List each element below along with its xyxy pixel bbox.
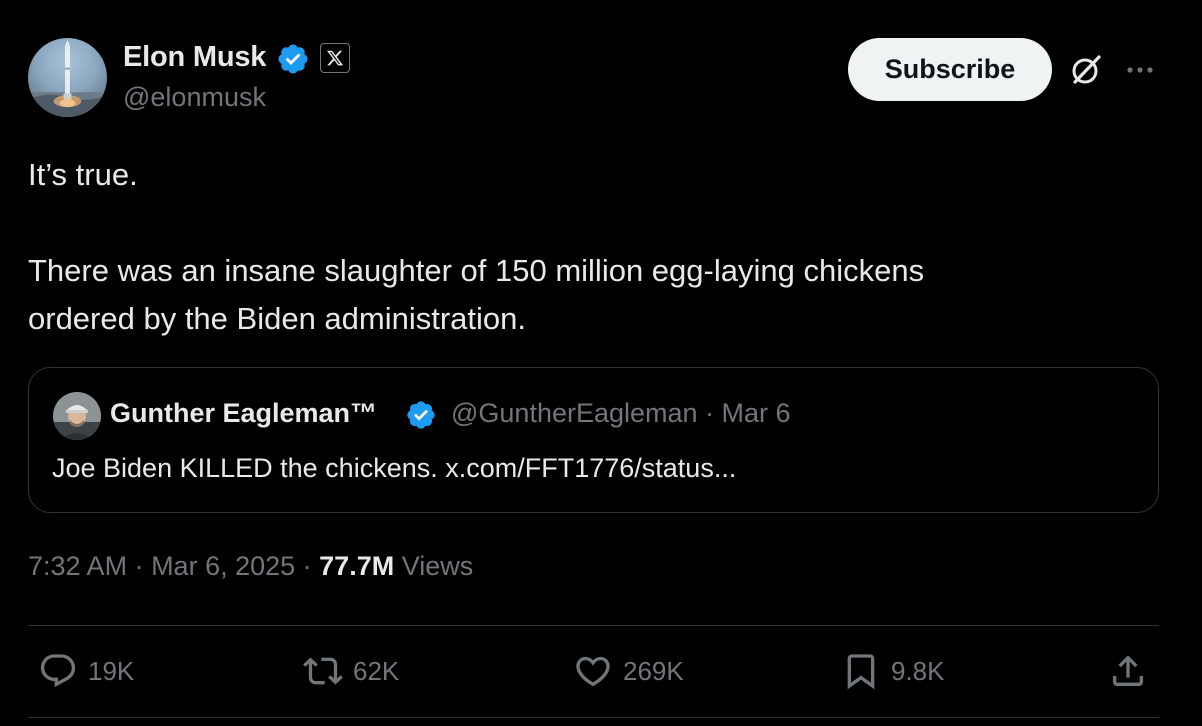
author-name[interactable]: Elon Musk: [123, 41, 266, 74]
tweet: Elon Musk @elonmusk Subscribe It’s true.…: [0, 0, 1202, 726]
bookmark-icon: [847, 654, 875, 690]
reply-count: 19K: [88, 655, 135, 686]
tweet-date[interactable]: Mar 6, 2025: [151, 551, 295, 581]
quote-author-avatar[interactable]: [53, 392, 101, 440]
reply-button[interactable]: 19K: [38, 648, 134, 694]
tweet-time[interactable]: 7:32 AM: [28, 551, 127, 581]
x-logo-icon[interactable]: [320, 43, 350, 73]
quoted-tweet[interactable]: Gunther Eagleman™ @GuntherEagleman · Mar…: [28, 367, 1159, 513]
quote-date: Mar 6: [721, 398, 791, 428]
grok-icon[interactable]: [1068, 52, 1104, 88]
bookmark-count: 9.8K: [891, 655, 945, 686]
views-label: Views: [401, 551, 474, 581]
quote-author-name: Gunther Eagleman™: [110, 398, 378, 428]
verified-badge-icon: [278, 44, 308, 74]
more-icon[interactable]: [1122, 60, 1158, 80]
author-avatar[interactable]: [28, 38, 107, 117]
quote-author-handle: @GuntherEagleman: [451, 398, 698, 428]
like-count: 269K: [623, 655, 684, 686]
verified-badge-icon: [407, 401, 435, 429]
tweet-text-line-1: It’s true.: [28, 157, 138, 192]
views-count: 77.7M: [319, 551, 395, 581]
share-button[interactable]: [1108, 648, 1148, 694]
reply-icon: [40, 654, 76, 688]
bookmark-button[interactable]: 9.8K: [841, 648, 945, 694]
repost-count: 62K: [353, 655, 400, 686]
like-button[interactable]: 269K: [573, 648, 684, 694]
quote-text: Joe Biden KILLED the chickens. x.com/FFT…: [52, 453, 737, 483]
author-handle[interactable]: @elonmusk: [123, 82, 266, 113]
tweet-meta: 7:32 AM · Mar 6, 2025 · 77.7M Views: [28, 551, 474, 581]
repost-button[interactable]: 62K: [303, 648, 399, 694]
subscribe-button[interactable]: Subscribe: [848, 38, 1052, 101]
divider-top: [28, 625, 1159, 626]
tweet-text-line-3: ordered by the Biden administration.: [28, 301, 527, 336]
repost-icon: [303, 657, 343, 685]
divider-bottom: [28, 717, 1159, 718]
quote-meta: @GuntherEagleman · Mar 6: [451, 398, 791, 428]
share-icon: [1113, 655, 1143, 686]
heart-icon: [576, 656, 610, 687]
tweet-text-line-2: There was an insane slaughter of 150 mil…: [28, 253, 925, 288]
